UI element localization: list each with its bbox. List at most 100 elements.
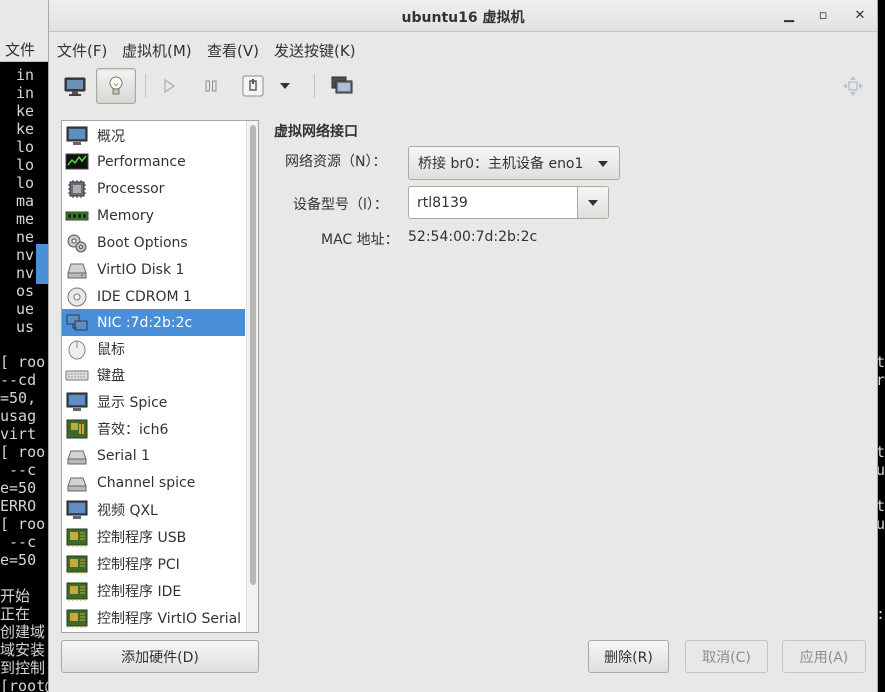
- terminal-line-right: u: [878, 515, 885, 533]
- device-model-combo[interactable]: [408, 186, 609, 219]
- boot-options-icon: [65, 232, 89, 254]
- power-icon: [242, 75, 264, 97]
- hardware-item[interactable]: NIC :7d:2b:2c: [62, 309, 245, 336]
- console-button[interactable]: [55, 68, 95, 104]
- menu-vm[interactable]: 虚拟机(M): [122, 40, 192, 61]
- hardware-item-label: VirtIO Disk 1: [97, 261, 185, 278]
- hardware-item[interactable]: IDE CDROM 1: [62, 283, 245, 310]
- controller-icon: [65, 526, 89, 548]
- terminal-line: ue: [16, 300, 35, 318]
- hardware-item[interactable]: 概况: [62, 122, 245, 149]
- hardware-item[interactable]: VirtIO Disk 1: [62, 256, 245, 283]
- hardware-item-label: IDE CDROM 1: [97, 288, 192, 305]
- terminal-line: --cd: [0, 371, 37, 389]
- dropdown-icon: [280, 83, 290, 89]
- apply-button[interactable]: 应用(A): [782, 640, 866, 673]
- minimize-button[interactable]: ▁: [779, 6, 799, 26]
- hardware-item-label: 音效：ich6: [97, 421, 169, 438]
- title-bar[interactable]: ubuntu16 虚拟机 ▁ ▫ ✕: [49, 0, 877, 32]
- terminal-line: virt: [0, 425, 37, 443]
- hardware-item[interactable]: Boot Options: [62, 229, 245, 256]
- memory-icon: [65, 205, 89, 227]
- hardware-item[interactable]: 键盘: [62, 361, 245, 388]
- hardware-item[interactable]: 控制程序 VirtIO Serial: [62, 604, 245, 631]
- keyboard-icon: [65, 364, 89, 386]
- hardware-item[interactable]: Serial 1: [62, 442, 245, 469]
- terminal-line: lo: [16, 156, 35, 174]
- hardware-item-label: Processor: [97, 180, 165, 197]
- details-button[interactable]: [96, 68, 136, 104]
- hardware-item-label: 控制程序 VirtIO Serial: [97, 610, 242, 627]
- hardware-item-label: Channel spice: [97, 474, 196, 491]
- device-model-input[interactable]: [409, 187, 577, 218]
- hardware-item[interactable]: 视频 QXL: [62, 496, 245, 523]
- terminal-line: lo: [16, 174, 35, 192]
- cancel-button[interactable]: 取消(C): [685, 640, 768, 673]
- lightbulb-icon: [109, 76, 123, 95]
- terminal-line: usag: [0, 407, 37, 425]
- hardware-item[interactable]: 控制程序 PCI: [62, 550, 245, 577]
- controller-icon: [65, 580, 89, 602]
- pause-button[interactable]: [191, 68, 231, 104]
- menu-send-key[interactable]: 发送按键(K): [274, 40, 356, 61]
- maximize-button[interactable]: ▫: [813, 6, 833, 26]
- fullscreen-button[interactable]: [833, 68, 873, 104]
- hardware-item-label: NIC :7d:2b:2c: [97, 314, 193, 331]
- hardware-item[interactable]: 鼠标: [62, 335, 245, 362]
- network-source-dropdown[interactable]: 桥接 br0：主机设备 eno1: [408, 146, 620, 180]
- network-source-value: 桥接 br0：主机设备 eno1: [418, 156, 584, 172]
- terminal-line: ke: [16, 102, 35, 120]
- remove-button[interactable]: 删除(R): [588, 640, 669, 673]
- terminal-line: ERRO: [0, 497, 37, 515]
- snapshot-icon: [331, 76, 353, 94]
- terminal-line: in: [16, 66, 35, 84]
- hardware-item-label: Performance: [97, 153, 186, 170]
- terminal-line-right: u: [878, 461, 885, 479]
- hardware-list-scroll-thumb[interactable]: [250, 125, 256, 585]
- shutdown-button[interactable]: [233, 68, 273, 104]
- hardware-item[interactable]: 显示 Spice: [62, 388, 245, 415]
- terminal-line-right: :: [878, 605, 885, 623]
- menu-view[interactable]: 查看(V): [207, 40, 259, 61]
- menu-file[interactable]: 文件(F): [57, 40, 107, 61]
- chevron-down-icon: [588, 200, 598, 206]
- terminal-line: os: [16, 282, 35, 300]
- vm-details-window: ubuntu16 虚拟机 ▁ ▫ ✕ 文件(F) 虚拟机(M) 查看(V) 发送…: [48, 0, 878, 692]
- performance-icon: [65, 151, 89, 173]
- hardware-item[interactable]: Memory: [62, 202, 245, 229]
- hardware-item-label: Boot Options: [97, 234, 188, 251]
- terminal-line: [ roo: [0, 515, 46, 533]
- add-hardware-button[interactable]: 添加硬件(D): [61, 640, 259, 673]
- terminal-line: ne: [16, 228, 35, 246]
- terminal-file-menu[interactable]: 文件: [5, 39, 35, 60]
- video-icon: [65, 499, 89, 521]
- run-button[interactable]: [149, 68, 189, 104]
- snapshot-button[interactable]: [322, 68, 362, 104]
- shutdown-menu-button[interactable]: [271, 68, 299, 104]
- channel-icon: [65, 472, 89, 494]
- hardware-item-label: 键盘: [97, 367, 125, 384]
- terminal-line: in: [16, 84, 35, 102]
- terminal-line: us: [16, 318, 35, 336]
- hardware-item[interactable]: 控制程序 IDE: [62, 577, 245, 604]
- disk-icon: [65, 259, 89, 281]
- close-button[interactable]: ✕: [850, 6, 870, 26]
- terminal-line: =50,: [0, 389, 37, 407]
- hardware-item[interactable]: 音效：ich6: [62, 415, 245, 442]
- display-icon: [65, 391, 89, 413]
- hardware-item[interactable]: Processor: [62, 175, 245, 202]
- terminal-line: 正在: [0, 605, 31, 623]
- terminal-line: nv: [16, 246, 35, 264]
- toolbar-separator: [314, 74, 315, 98]
- hardware-item[interactable]: Channel spice: [62, 469, 245, 496]
- hardware-list-scrollbar[interactable]: [246, 121, 258, 632]
- play-icon: [164, 78, 176, 94]
- terminal-line: ma: [16, 192, 35, 210]
- hardware-item[interactable]: Performance: [62, 148, 245, 175]
- hardware-item-label: 鼠标: [97, 341, 125, 358]
- hardware-item-label: Serial 1: [97, 447, 150, 464]
- hardware-item[interactable]: 控制程序 USB: [62, 523, 245, 550]
- detail-section-title: 虚拟网络接口: [274, 124, 358, 140]
- terminal-line: [ roo: [0, 443, 46, 461]
- device-model-dropdown-button[interactable]: [577, 187, 608, 218]
